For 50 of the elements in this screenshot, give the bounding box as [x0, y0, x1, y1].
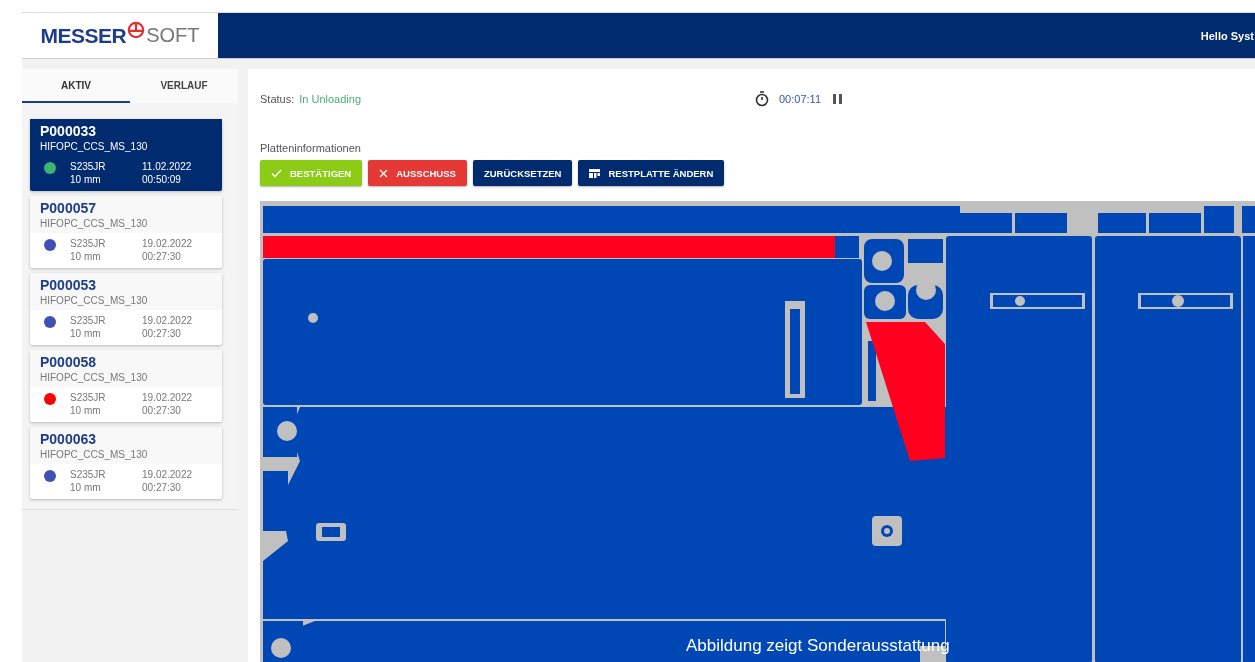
pause-button[interactable]: [831, 94, 844, 104]
section-title: Platteninformationen: [260, 142, 362, 154]
plate-id: P000058: [40, 354, 98, 370]
date-text: 19.02.2022: [142, 238, 193, 249]
time-text: 00:27:30: [142, 251, 182, 262]
user-greeting: Hello Syst: [1200, 29, 1254, 42]
time-text: 00:27:30: [142, 328, 182, 339]
thickness-text: 10 mm: [70, 328, 102, 339]
reset-button[interactable]: ZURÜCKSETZEN: [472, 160, 573, 186]
close-icon: [379, 168, 389, 178]
date-text: 19.02.2022: [142, 392, 193, 403]
program-name: HIFOPC_CCS_MS_130: [40, 141, 149, 152]
material-text: S235JR: [70, 161, 107, 172]
plate-card[interactable]: P000063 HIFOPC_CCS_MS_130 S235JR 10 mm 19.02.2022 00:27:30: [30, 427, 222, 499]
check-icon: [271, 168, 282, 178]
material-text: S235JR: [70, 315, 107, 326]
status-value: In Unloading: [299, 93, 362, 105]
date-text: 19.02.2022: [142, 315, 193, 326]
plate-id: P000033: [40, 123, 98, 139]
material-text: S235JR: [70, 238, 107, 249]
thickness-text: 10 mm: [70, 482, 102, 493]
thickness-text: 10 mm: [70, 405, 102, 416]
program-name: HIFOPC_CCS_MS_130: [40, 295, 149, 306]
tab[interactable]: VERLAUF: [130, 69, 238, 103]
plate-id: P000063: [40, 431, 98, 447]
plate-id: P000053: [40, 277, 98, 293]
timer-value: 00:07:11: [779, 93, 821, 105]
thickness-text: 10 mm: [70, 251, 102, 262]
plate-card[interactable]: P000058 HIFOPC_CCS_MS_130 S235JR 10 mm 19.02.2022 00:27:30: [30, 350, 222, 422]
stopwatch-icon: [755, 91, 769, 107]
date-text: 19.02.2022: [142, 469, 193, 480]
plate-card[interactable]: P000057 HIFOPC_CCS_MS_130 S235JR 10 mm 19.02.2022 00:27:30: [30, 196, 222, 268]
date-text: 11.02.2022: [142, 161, 192, 172]
plate-id: P000057: [40, 200, 98, 216]
time-text: 00:27:30: [142, 405, 182, 416]
status-label: Status:: [260, 93, 295, 105]
material-text: S235JR: [70, 392, 107, 403]
time-text: 00:27:30: [142, 482, 182, 493]
time-text: 00:50:09: [142, 174, 182, 185]
thickness-text: 10 mm: [70, 174, 102, 185]
tab[interactable]: AKTIV: [22, 69, 130, 103]
reject-button[interactable]: AUSSCHUSS: [368, 160, 467, 186]
material-text: S235JR: [70, 469, 107, 480]
program-name: HIFOPC_CCS_MS_130: [40, 218, 149, 229]
plate-card[interactable]: P000033 HIFOPC_CCS_MS_130 S235JR 10 mm 11.02.2022 00:50:09: [30, 119, 222, 191]
plate-card[interactable]: P000053 HIFOPC_CCS_MS_130 S235JR 10 mm 19.02.2022 00:27:30: [30, 273, 222, 345]
program-name: HIFOPC_CCS_MS_130: [40, 372, 149, 383]
layout-grid-icon: [589, 168, 601, 178]
remnant-button[interactable]: RESTPLATTE ÄNDERN: [578, 160, 725, 186]
program-name: HIFOPC_CCS_MS_130: [40, 449, 149, 460]
